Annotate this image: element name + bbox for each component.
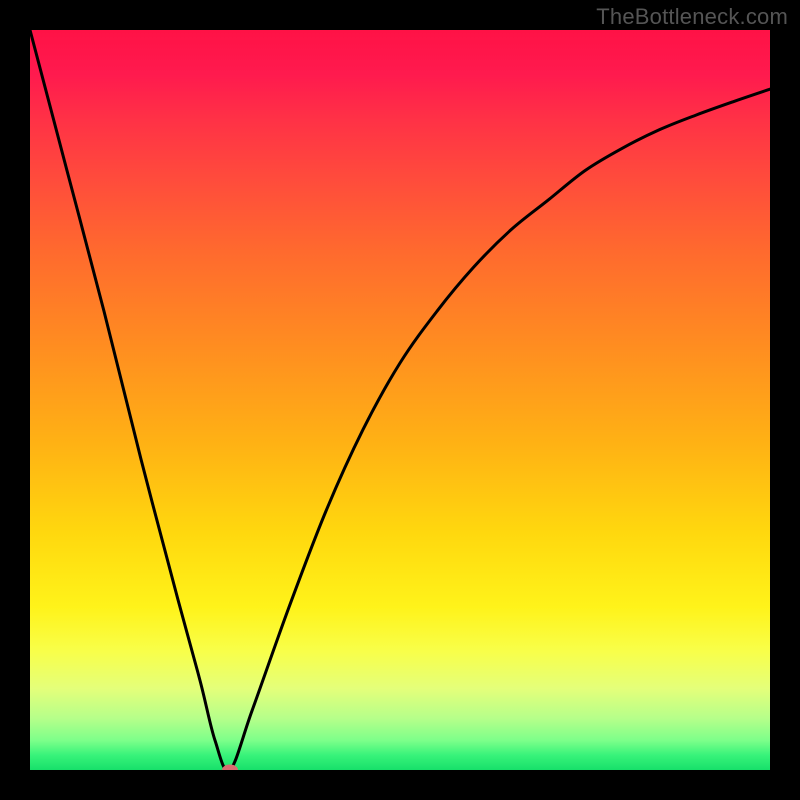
optimal-marker	[222, 765, 238, 771]
plot-area	[30, 30, 770, 770]
chart-frame: TheBottleneck.com	[0, 0, 800, 800]
watermark-text: TheBottleneck.com	[596, 4, 788, 30]
curve-svg	[30, 30, 770, 770]
curve-line	[30, 30, 770, 770]
